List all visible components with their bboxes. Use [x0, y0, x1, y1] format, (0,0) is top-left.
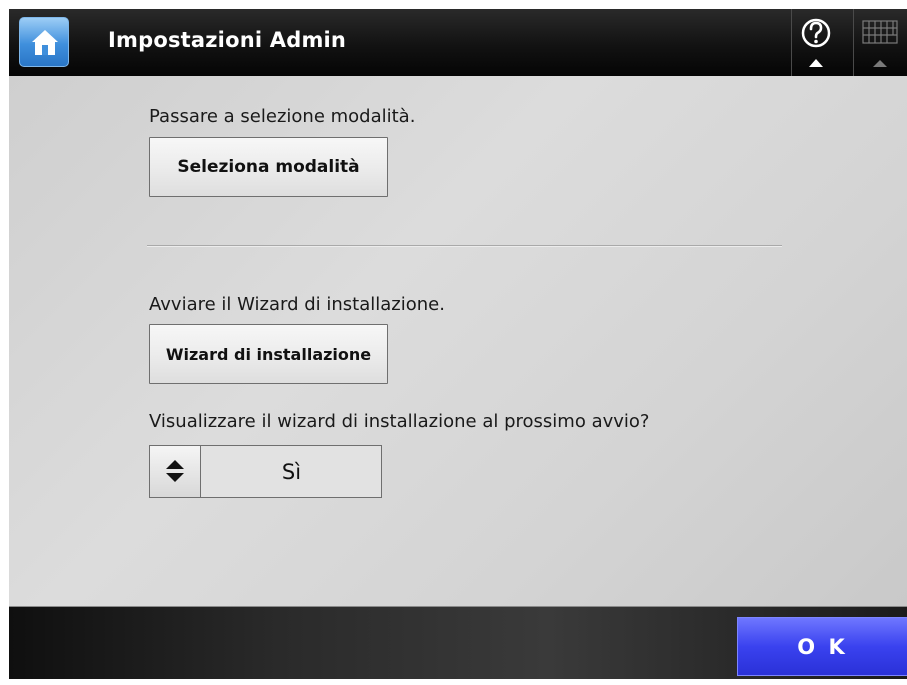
page-title: Impostazioni Admin — [108, 28, 347, 52]
content-panel: Passare a selezione modalità. Seleziona … — [9, 76, 907, 606]
home-icon — [32, 30, 58, 55]
header-bar: Impostazioni Admin — [9, 9, 907, 76]
footer-bar: O K — [9, 606, 907, 679]
keyboard-button[interactable] — [853, 9, 907, 76]
keyboard-icon — [862, 20, 898, 67]
mode-section-label: Passare a selezione modalità. — [149, 106, 416, 127]
up-down-arrows-icon — [166, 460, 184, 482]
install-wizard-button[interactable]: Wizard di installazione — [149, 324, 388, 384]
startup-wizard-selector[interactable]: Sì — [149, 445, 382, 498]
ok-button[interactable]: O K — [737, 617, 907, 676]
startup-wizard-value: Sì — [281, 459, 302, 484]
startup-wizard-question: Visualizzare il wizard di installazione … — [149, 411, 650, 432]
spinner-button[interactable] — [150, 446, 201, 497]
help-button[interactable] — [791, 9, 840, 76]
wizard-section-label: Avviare il Wizard di installazione. — [149, 294, 445, 315]
select-mode-button[interactable]: Seleziona modalità — [149, 137, 388, 197]
admin-settings-screen: Impostazioni Admin Passare a selezione m… — [9, 9, 907, 679]
section-divider — [147, 245, 782, 247]
home-button[interactable] — [19, 17, 69, 67]
question-circle-icon — [801, 18, 831, 67]
